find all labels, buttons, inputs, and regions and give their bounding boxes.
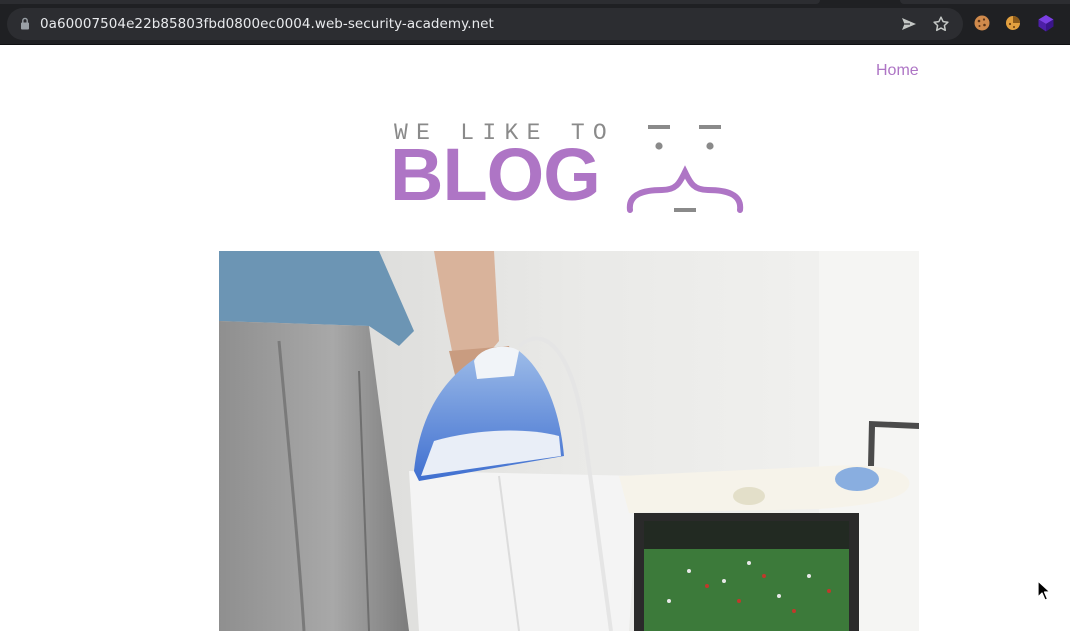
logo-wordmark: BLOG — [390, 133, 601, 216]
tab-strip-edge — [0, 0, 820, 4]
send-icon[interactable] — [900, 16, 918, 32]
lock-icon[interactable] — [20, 17, 30, 30]
site-logo: WE LIKE TO BLOG — [390, 120, 750, 220]
star-icon[interactable] — [932, 16, 950, 32]
logo-brace-face-icon — [626, 125, 744, 213]
browser-toolbar: 0a60007504e22b85803fbd0800ec0004.web-sec… — [0, 0, 1070, 45]
address-bar[interactable]: 0a60007504e22b85803fbd0800ec0004.web-sec… — [7, 8, 963, 40]
extension-cube-icon[interactable] — [1036, 13, 1056, 33]
home-link[interactable]: Home — [876, 62, 919, 80]
cookie-icon[interactable] — [972, 13, 992, 33]
mouse-cursor-icon — [1037, 580, 1051, 601]
hero-image — [219, 251, 919, 631]
url-text[interactable]: 0a60007504e22b85803fbd0800ec0004.web-sec… — [40, 16, 494, 32]
tab-strip-edge — [900, 0, 1070, 4]
cookie-editor-icon[interactable] — [1003, 13, 1023, 33]
